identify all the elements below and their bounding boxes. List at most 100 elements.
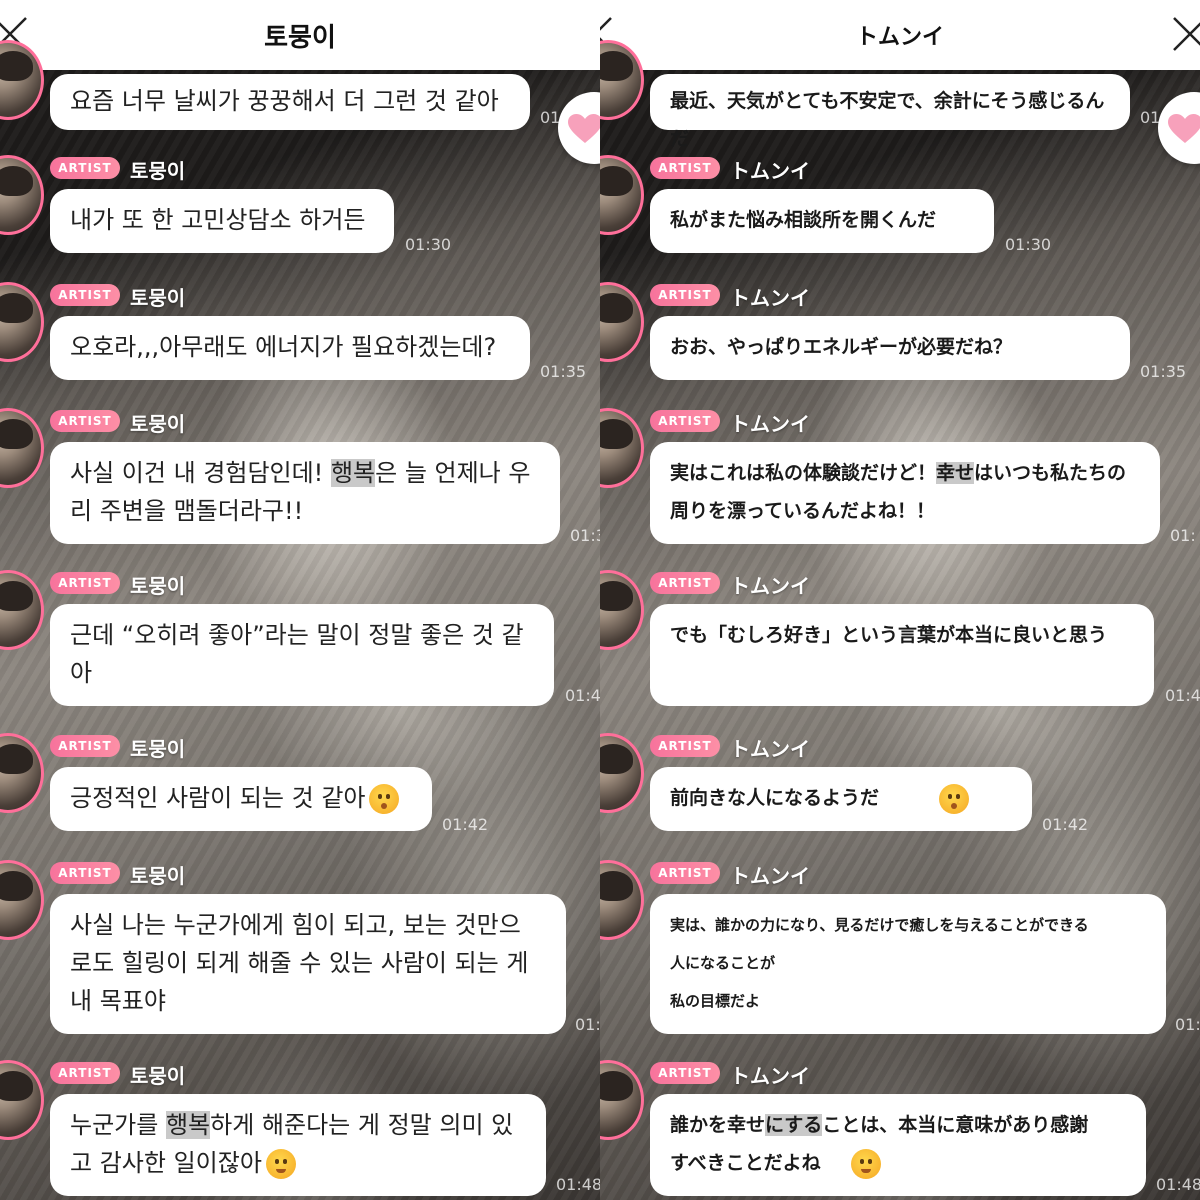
message-time: 01:48 xyxy=(556,1175,600,1194)
pleading-face-emoji xyxy=(850,1148,881,1179)
message-bubble: 私がまた悩み相談所を開くんだ xyxy=(650,189,994,253)
highlighted-word: 행복 xyxy=(330,459,376,487)
sender-name: 토뭉이 xyxy=(130,159,186,183)
chat-title: トムンイ xyxy=(855,25,944,50)
message-bubble: おお、やっぱりエネルギーが必要だね？ xyxy=(650,316,1130,380)
message-time: 01:42 xyxy=(1042,815,1089,834)
message-text: 周りを漂っているんだよね！！ xyxy=(670,500,936,522)
message-bubble: 誰かを幸せにすることは、本当に意味があり感謝 すべきことだよね xyxy=(650,1094,1146,1196)
artist-badge: ARTIST xyxy=(650,284,720,306)
message-bubble: 最近、天気がとても不安定で、余計にそう感じるんだ xyxy=(650,74,1130,150)
message-text: 私の目標だよ xyxy=(670,992,761,1010)
message-text: 리 주변을 맴돌더라구!! xyxy=(70,497,304,525)
message-text: ことは、本当に意味があり感謝 xyxy=(822,1114,1089,1136)
sender-name: 토뭉이 xyxy=(130,286,186,310)
message-bubble: 요즘 너무 날씨가 꿍꿍해서 더 그런 것 같아 xyxy=(50,74,530,130)
message-text: おお、やっぱりエネルギーが必要だね？ xyxy=(670,336,1013,358)
message-text: 내가 또 한 고민상담소 하거든 xyxy=(70,206,366,234)
artist-badge: ARTIST xyxy=(650,157,720,179)
chat-panel-japanese: トムンイ 最近、天気がとても不安定で、余計にそう感じるんだ 01:2 ARTIS… xyxy=(600,0,1200,1200)
message-text: 로도 힐링이 되게 해줄 수 있는 사람이 되는 게 xyxy=(70,949,529,977)
heart-icon xyxy=(568,114,600,143)
message-text: 근데 “오히려 좋아”라는 말이 정말 좋은 것 같 xyxy=(70,621,524,649)
highlighted-word: 행복 xyxy=(165,1111,211,1139)
message-bubble: 사실 이건 내 경험담인데! 행복은 늘 언제나 우 리 주변을 맴돌더라구!! xyxy=(50,442,560,544)
message-text: 내 목표야 xyxy=(70,987,166,1015)
message-bubble: 実は、誰かの力になり、見るだけで癒しを与えることができる 人になることが 私の目… xyxy=(650,894,1166,1034)
message-time: 01:30 xyxy=(405,235,452,254)
message-time: 01:42 xyxy=(442,815,489,834)
message-time: 01: xyxy=(1170,526,1196,545)
artist-badge: ARTIST xyxy=(50,862,120,884)
sender-name: トムンイ xyxy=(730,574,810,598)
message-text: 고 감사한 일이잖아 xyxy=(70,1149,262,1177)
message-bubble: 누군가를 행복하게 해준다는 게 정말 의미 있 고 감사한 일이잖아 xyxy=(50,1094,546,1196)
message-bubble: 前向きな人になるようだ xyxy=(650,767,1032,831)
message-time: 01:4 xyxy=(565,686,600,705)
highlighted-word: 幸せ xyxy=(936,462,975,484)
sender-name: トムンイ xyxy=(730,412,810,436)
message-text: 実は、誰かの力になり、見るだけで癒しを与えることができる xyxy=(670,916,1089,934)
kissing-face-emoji xyxy=(369,784,400,814)
message-bubble: 긍정적인 사람이 되는 것 같아 xyxy=(50,767,432,831)
pleading-face-emoji xyxy=(265,1149,296,1179)
message-text: でも「むしろ好き」という言葉が本当に良いと思う xyxy=(670,624,1108,646)
artist-badge: ARTIST xyxy=(650,735,720,757)
chat-title: 토뭉이 xyxy=(264,22,336,53)
message-bubble: でも「むしろ好き」という言葉が本当に良いと思う xyxy=(650,604,1154,706)
message-text: 누군가를 xyxy=(70,1111,166,1139)
message-time: 01:48 xyxy=(1156,1175,1200,1194)
message-text: 아 xyxy=(70,659,93,687)
message-time: 01:35 xyxy=(540,362,587,381)
message-text: 誰かを幸せ xyxy=(670,1114,766,1136)
kissing-face-emoji xyxy=(939,783,970,814)
heart-icon xyxy=(1168,114,1200,143)
message-text: 긍정적인 사람이 되는 것 같아 xyxy=(70,784,366,812)
chat-panel-korean: 토뭉이 요즘 너무 날씨가 꿍꿍해서 더 그런 것 같아 01:2 ARTIST… xyxy=(0,0,600,1200)
chat-header: 토뭉이 xyxy=(0,0,600,70)
message-time: 01: xyxy=(575,1015,600,1034)
artist-badge: ARTIST xyxy=(50,735,120,757)
sender-name: トムンイ xyxy=(730,737,810,761)
close-icon[interactable] xyxy=(1170,14,1200,54)
message-text: 요즘 너무 날씨가 꿍꿍해서 더 그런 것 같아 xyxy=(70,87,499,115)
artist-badge: ARTIST xyxy=(650,862,720,884)
message-text: 実はこれは私の体験談だけど！ xyxy=(670,462,937,484)
highlighted-word: にする xyxy=(765,1114,823,1136)
sender-name: トムンイ xyxy=(730,864,810,888)
message-time: 01: xyxy=(1175,1015,1200,1034)
message-text: 人になることが xyxy=(670,954,776,972)
message-text: はいつも私たちの xyxy=(974,462,1127,484)
sender-name: トムンイ xyxy=(730,1064,810,1088)
artist-badge: ARTIST xyxy=(650,1062,720,1084)
message-bubble: 오호라,,,아무래도 에너지가 필요하겠는데? xyxy=(50,316,530,380)
message-time: 01:35 xyxy=(1140,362,1187,381)
artist-badge: ARTIST xyxy=(50,1062,120,1084)
message-bubble: 내가 또 한 고민상담소 하거든 xyxy=(50,189,394,253)
sender-name: 토뭉이 xyxy=(130,864,186,888)
message-bubble: 사실 나는 누군가에게 힘이 되고, 보는 것만으 로도 힐링이 되게 해줄 수… xyxy=(50,894,566,1034)
artist-badge: ARTIST xyxy=(50,410,120,432)
message-time: 01:4 xyxy=(1165,686,1200,705)
sender-name: 토뭉이 xyxy=(130,412,186,436)
message-bubble: 実はこれは私の体験談だけど！幸せはいつも私たちの 周りを漂っているんだよね！！ xyxy=(650,442,1160,544)
message-text: 私がまた悩み相談所を開くんだ xyxy=(670,209,937,231)
message-text: すべきことだよね xyxy=(670,1152,821,1174)
sender-name: 토뭉이 xyxy=(130,574,186,598)
message-text: 하게 해준다는 게 정말 의미 있 xyxy=(210,1111,514,1139)
artist-badge: ARTIST xyxy=(650,572,720,594)
message-text: 오호라,,,아무래도 에너지가 필요하겠는데? xyxy=(70,333,497,361)
sender-name: トムンイ xyxy=(730,159,810,183)
message-text: 前向きな人になるようだ xyxy=(670,787,880,809)
message-bubble: 근데 “오히려 좋아”라는 말이 정말 좋은 것 같 아 xyxy=(50,604,554,706)
artist-badge: ARTIST xyxy=(50,284,120,306)
sender-name: 토뭉이 xyxy=(130,1064,186,1088)
message-text: 사실 이건 내 경험담인데! xyxy=(70,459,331,487)
artist-badge: ARTIST xyxy=(50,572,120,594)
artist-badge: ARTIST xyxy=(50,157,120,179)
message-time: 01:3 xyxy=(570,526,600,545)
message-text: 사실 나는 누군가에게 힘이 되고, 보는 것만으 xyxy=(70,911,521,939)
chat-header: トムンイ xyxy=(600,0,1200,70)
sender-name: 토뭉이 xyxy=(130,737,186,761)
sender-name: トムンイ xyxy=(730,286,810,310)
